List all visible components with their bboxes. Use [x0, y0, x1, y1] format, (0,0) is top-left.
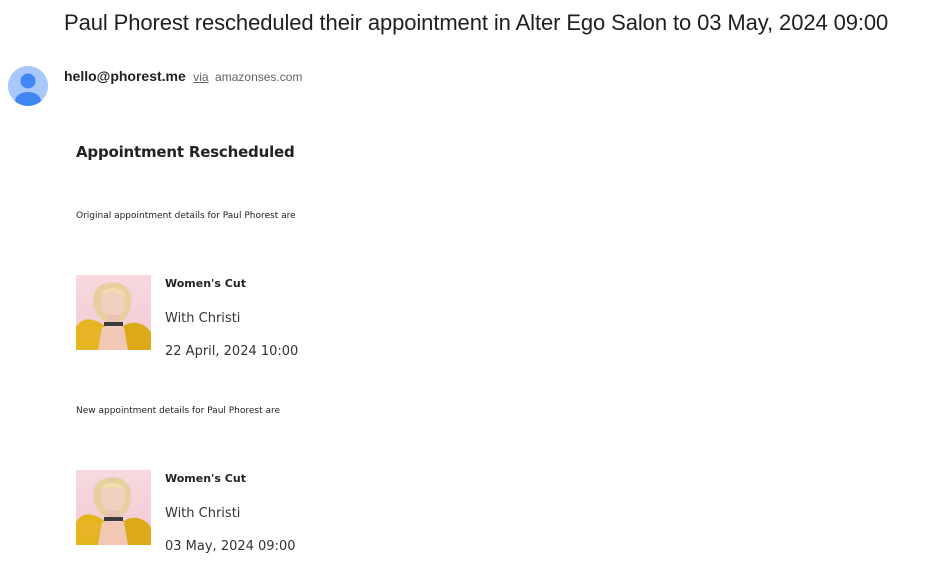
message-title: Appointment Rescheduled [76, 143, 295, 161]
email-view: Paul Phorest rescheduled their appointme… [0, 0, 951, 587]
sender-line: hello@phorest.me via amazonses.com [64, 68, 302, 86]
person-icon [8, 66, 48, 106]
original-details-label: Original appointment details for Paul Ph… [76, 211, 296, 221]
staff-name: With Christi [165, 506, 241, 521]
new-appointment-card: Women's Cut With Christi 03 May, 2024 09… [76, 470, 376, 560]
service-name: Women's Cut [165, 472, 246, 485]
original-appointment-card: Women's Cut With Christi 22 April, 2024 … [76, 275, 376, 365]
via-domain: amazonses.com [215, 70, 303, 84]
appointment-datetime: 03 May, 2024 09:00 [165, 539, 296, 554]
staff-photo-icon [76, 470, 151, 545]
email-subject: Paul Phorest rescheduled their appointme… [64, 10, 889, 35]
staff-photo-icon [76, 275, 151, 350]
appointment-datetime: 22 April, 2024 10:00 [165, 344, 299, 359]
sender-avatar[interactable] [8, 66, 48, 106]
via-link[interactable]: via [193, 70, 208, 84]
new-details-label: New appointment details for Paul Phorest… [76, 406, 281, 416]
service-name: Women's Cut [165, 277, 246, 290]
sender-email[interactable]: hello@phorest.me [64, 68, 186, 84]
staff-name: With Christi [165, 311, 241, 326]
